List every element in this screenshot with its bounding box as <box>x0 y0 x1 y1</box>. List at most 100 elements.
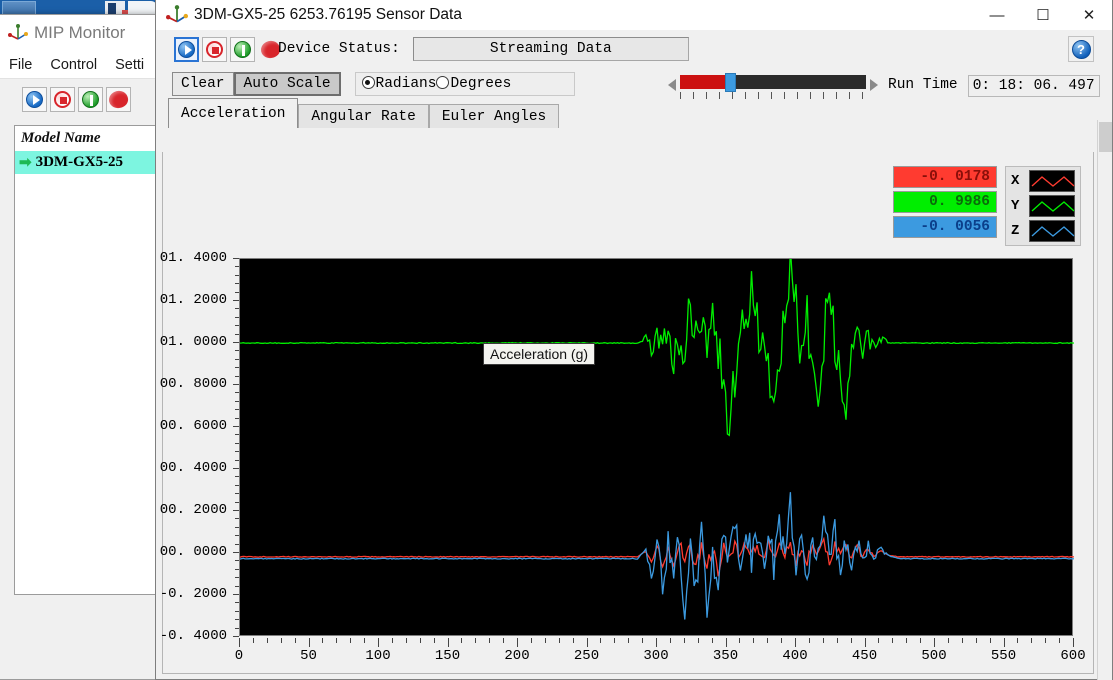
x-axis-tick-label: 50 <box>300 648 317 664</box>
scroll-right-icon[interactable] <box>870 79 878 91</box>
play-icon <box>178 41 195 58</box>
x-tick-minor <box>712 638 713 643</box>
x-tick-minor <box>475 638 476 643</box>
list-item[interactable]: ➡ 3DM-GX5-25 <box>15 151 162 174</box>
x-tick-minor <box>920 638 921 643</box>
window-controls[interactable]: — ☐ ✕ <box>974 0 1112 30</box>
x-tick-minor <box>795 638 796 643</box>
y-axis-tick-label: 00. 4000 <box>160 460 227 476</box>
x-axis-tick-label: 600 <box>1060 648 1085 664</box>
y-axis-tick-label: 01. 4000 <box>160 250 227 266</box>
legend-value-z: -0. 0056 <box>893 216 997 238</box>
menu-item-control[interactable]: Control <box>41 57 106 73</box>
run-time-value: 0: 18: 06. 497 <box>968 75 1100 97</box>
x-tick-minor <box>489 638 490 643</box>
radio-degrees-label: Degrees <box>450 76 511 92</box>
radio-radians[interactable]: Radians <box>362 76 437 92</box>
x-axis-tick-label: 500 <box>921 648 946 664</box>
stop-button[interactable] <box>50 87 75 112</box>
x-tick-minor <box>531 638 532 643</box>
pause-button[interactable] <box>78 87 103 112</box>
stop-button[interactable] <box>202 37 227 62</box>
x-tick-minor <box>865 638 866 643</box>
x-tick-minor <box>809 638 810 643</box>
x-tick-minor <box>656 638 657 643</box>
x-tick-minor <box>781 638 782 643</box>
x-tick-minor <box>239 638 240 643</box>
plot-area[interactable]: Acceleration (g) <box>239 258 1073 636</box>
close-button[interactable]: ✕ <box>1066 0 1112 30</box>
sensor-toolbar-secondary[interactable]: Clear Auto Scale Radians Degrees Run Tim… <box>156 68 1112 100</box>
legend-axis-z[interactable]: Z <box>1011 220 1075 242</box>
maximize-button[interactable]: ☐ <box>1020 0 1066 30</box>
x-tick-minor <box>1031 638 1032 643</box>
radio-degrees-icon <box>436 76 449 89</box>
legend-thumbnail-y[interactable] <box>1029 195 1075 217</box>
scroll-left-icon[interactable] <box>668 79 676 91</box>
tab-euler-angles[interactable]: Euler Angles <box>429 104 559 128</box>
clear-button[interactable]: Clear <box>172 72 234 96</box>
mip-titlebar[interactable]: MIP Monitor <box>0 15 171 51</box>
x-axis-tick-label: 200 <box>504 648 529 664</box>
y-axis-tick-label: -0. 4000 <box>160 628 227 644</box>
model-list[interactable]: Model Name ➡ 3DM-GX5-25 <box>14 125 163 595</box>
slider-thumb[interactable] <box>725 73 736 92</box>
play-button[interactable] <box>22 87 47 112</box>
sensor-toolbar-primary[interactable]: Device Status: Streaming Data ? <box>156 30 1112 68</box>
x-tick-minor <box>434 638 435 643</box>
pause-icon <box>234 41 251 58</box>
x-tick-minor <box>309 638 310 643</box>
x-tick-minor <box>378 638 379 643</box>
tab-acceleration[interactable]: Acceleration <box>168 98 298 128</box>
x-tick-minor <box>600 638 601 643</box>
taskbar-icon-glyph <box>108 3 116 14</box>
x-tick-minor <box>461 638 462 643</box>
y-axis-tick-label: 00. 2000 <box>160 502 227 518</box>
x-tick-minor <box>322 638 323 643</box>
x-axis-tick-label: 350 <box>713 648 738 664</box>
legend-thumbnail-x[interactable] <box>1029 170 1075 192</box>
menu-item-file[interactable]: File <box>0 57 41 73</box>
x-axis-ticks <box>239 638 1073 647</box>
timeline-slider-area[interactable]: Run Time 0: 18: 06. 497 <box>668 72 1100 97</box>
x-axis-labels: 050100150200250300350400450500550600 <box>239 648 1073 668</box>
menu-item-settings[interactable]: Setti <box>106 57 153 73</box>
legend-axis-x[interactable]: X <box>1011 170 1075 192</box>
auto-scale-button[interactable]: Auto Scale <box>234 72 341 96</box>
x-tick-minor <box>753 638 754 643</box>
x-tick-minor <box>1059 638 1060 643</box>
sensor-data-window[interactable]: 3DM-GX5-25 6253.76195 Sensor Data — ☐ ✕ … <box>155 0 1113 680</box>
play-button[interactable] <box>174 37 199 62</box>
x-tick-minor <box>851 638 852 643</box>
legend-values: -0. 0178 0. 9986 -0. 0056 <box>893 166 997 238</box>
x-tick-minor <box>281 638 282 643</box>
radio-degrees[interactable]: Degrees <box>436 76 511 92</box>
legend-thumbnail-z[interactable] <box>1029 220 1075 242</box>
trace-y <box>240 259 1074 435</box>
help-button[interactable]: ? <box>1068 36 1094 62</box>
tab-angular-rate[interactable]: Angular Rate <box>298 104 428 128</box>
x-tick-minor <box>503 638 504 643</box>
mip-toolbar[interactable] <box>0 79 171 119</box>
x-tick-minor <box>350 638 351 643</box>
x-tick-minor <box>948 638 949 643</box>
pause-button[interactable] <box>230 37 255 62</box>
y-tick-minor <box>235 636 239 637</box>
x-tick-minor <box>253 638 254 643</box>
units-radio-group[interactable]: Radians Degrees <box>355 72 575 96</box>
x-tick-minor <box>406 638 407 643</box>
x-tick-minor <box>573 638 574 643</box>
tab-bar[interactable]: Acceleration Angular Rate Euler Angles <box>168 100 1112 128</box>
record-button[interactable] <box>106 87 131 112</box>
vertical-scrollbar[interactable] <box>1097 120 1112 680</box>
mip-menubar[interactable]: File Control Setti <box>0 51 171 79</box>
mip-monitor-window[interactable]: MIP Monitor File Control Setti Model Nam… <box>0 14 172 680</box>
x-tick-minor <box>976 638 977 643</box>
sensor-titlebar[interactable]: 3DM-GX5-25 6253.76195 Sensor Data — ☐ ✕ <box>156 0 1112 30</box>
minimize-button[interactable]: — <box>974 0 1020 30</box>
legend-axis-y[interactable]: Y <box>1011 195 1075 217</box>
y-axis-tick-label: 01. 0000 <box>160 334 227 350</box>
timeline-slider[interactable] <box>680 75 866 89</box>
scrollbar-thumb[interactable] <box>1099 122 1112 152</box>
y-axis-tick-label: -0. 2000 <box>160 586 227 602</box>
